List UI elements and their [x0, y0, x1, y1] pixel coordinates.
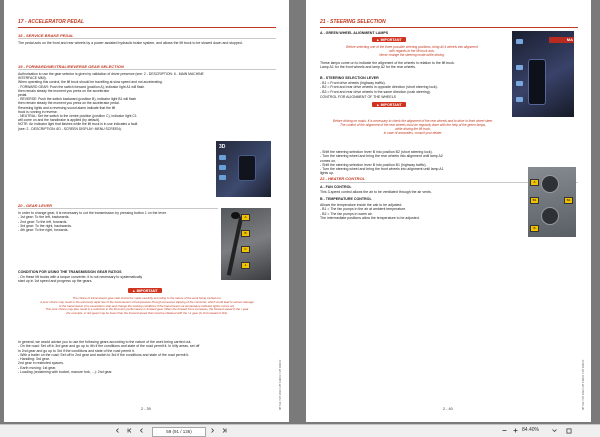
condition-body: - On these lift trucks with a torque con… — [18, 275, 143, 284]
zoom-level[interactable]: 84.40% — [522, 426, 539, 435]
lamp-c-icon — [516, 97, 523, 102]
zoom-out-icon[interactable] — [500, 426, 509, 435]
page-number-field[interactable]: 59 (91 / 136) — [152, 426, 206, 437]
steering-lever-body: - B1 = Front drive wheels (highway traff… — [320, 81, 438, 94]
zoom-in-icon[interactable] — [511, 426, 520, 435]
road-warning: Before driving on roads, it is necessary… — [332, 119, 494, 135]
fan-control-heading: A - FAN CONTROL — [320, 185, 352, 189]
switch-icon — [238, 155, 256, 181]
divider — [18, 38, 276, 39]
title-rule — [18, 27, 276, 28]
prev-page-icon[interactable] — [113, 426, 122, 435]
section-title-17: 17 - ACCELERATOR PEDAL — [18, 19, 85, 25]
section-19-body: Authorisation to use the gear selector i… — [18, 72, 204, 131]
heater-badge: B2 — [564, 197, 573, 204]
heater-badge: B1 — [530, 197, 539, 204]
page-number: 2 - 39 — [141, 407, 151, 411]
lamp-a1-icon — [516, 39, 523, 44]
alignment-warning: Before selecting one of the three possib… — [346, 45, 478, 57]
gear-selector-image: 3D — [216, 141, 271, 197]
heater-badge: B — [530, 225, 539, 232]
control-heading: CONTROL FOR ALIGNMENT OF THE WHEELS — [320, 95, 396, 99]
divider — [18, 208, 218, 209]
gear-advice: In general, we would advise you to use t… — [18, 340, 200, 375]
section-22-heading: 22 - HEATER CONTROL — [320, 176, 366, 181]
page-number: 2 - 40 — [443, 407, 453, 411]
lever-badge: C — [241, 246, 250, 253]
section-18-body: The pedal acts on the front and rear whe… — [18, 41, 243, 45]
important-label: IMPORTANT — [380, 37, 402, 42]
section-20-body: In order to change gear, it is necessary… — [18, 211, 167, 233]
first-page-icon[interactable] — [125, 426, 134, 435]
lamp-b-icon — [516, 81, 523, 86]
lever-badge: 1 — [241, 262, 250, 269]
important-badge: ▲ IMPORTANT — [372, 102, 406, 107]
indicator-a1-icon — [219, 155, 226, 160]
heater-badge: A — [530, 179, 539, 186]
right-page: 21 - STEERING SELECTION A - GREEN WHEEL … — [306, 0, 591, 422]
gear-lever-image: A B C 1 — [221, 208, 271, 280]
gear-warning: The choice of transmission gear ratio sh… — [40, 296, 254, 316]
zoom-dropdown-icon[interactable] — [550, 426, 559, 435]
last-page-icon[interactable] — [220, 426, 229, 435]
temperature-heading: B - TEMPERATURE CONTROL — [320, 197, 372, 201]
important-badge: ▲ IMPORTANT — [128, 288, 162, 293]
lever-badge: B — [241, 230, 250, 237]
lever-badge: A — [241, 214, 250, 221]
lamp-a2-icon — [516, 65, 523, 70]
fan-dial-icon — [541, 175, 559, 193]
fan-control-body: This 3-speed control allows the air to b… — [320, 190, 432, 194]
indicator-c1-icon — [219, 165, 226, 170]
next-page-icon[interactable] — [208, 426, 217, 435]
steering-lever-icon — [528, 59, 546, 105]
steering-lever-heading: B - STEERING SELECTION LEVER — [320, 76, 379, 80]
steering-panel-image: MA — [512, 31, 574, 117]
indicator-b1-icon — [219, 175, 226, 180]
step-back-icon[interactable] — [137, 426, 146, 435]
gear-panel-label: 3D — [219, 144, 226, 150]
important-badge: ▲ IMPORTANT — [372, 37, 406, 42]
side-code: MT732 / MT 1030 / MT 1436 R / MT 1640 R — [279, 359, 282, 410]
temperature-body: Allows the temperature inside the cab to… — [320, 203, 420, 220]
important-label: IMPORTANT — [136, 288, 158, 293]
green-lamps-body: These lamps come on to indicate the alig… — [320, 61, 455, 70]
steer-strip: MA — [549, 37, 574, 43]
divider — [18, 69, 276, 70]
important-label: IMPORTANT — [380, 102, 402, 107]
title-rule — [320, 27, 578, 28]
condition-heading: CONDITION FOR USING THE TRANSMISSION GEA… — [18, 270, 122, 274]
section-title-21: 21 - STEERING SELECTION — [320, 19, 386, 25]
left-page: 17 - ACCELERATOR PEDAL 18 - SERVICE BRAK… — [4, 0, 289, 422]
fit-icon[interactable] — [564, 426, 573, 435]
temperature-dial-icon — [541, 207, 559, 225]
viewer-toolbar: 59 (91 / 136) 84.40% — [0, 424, 600, 437]
side-code: MT732 / MT 1030 / MT 1436 R / MT 1640 R — [582, 359, 585, 410]
heater-control-image: A B1 B2 B — [528, 167, 576, 237]
alignment-steps: - Shift the steering selection lever B i… — [320, 150, 444, 176]
green-lamps-heading: A - GREEN WHEEL ALIGNMENT LAMPS — [320, 31, 389, 35]
